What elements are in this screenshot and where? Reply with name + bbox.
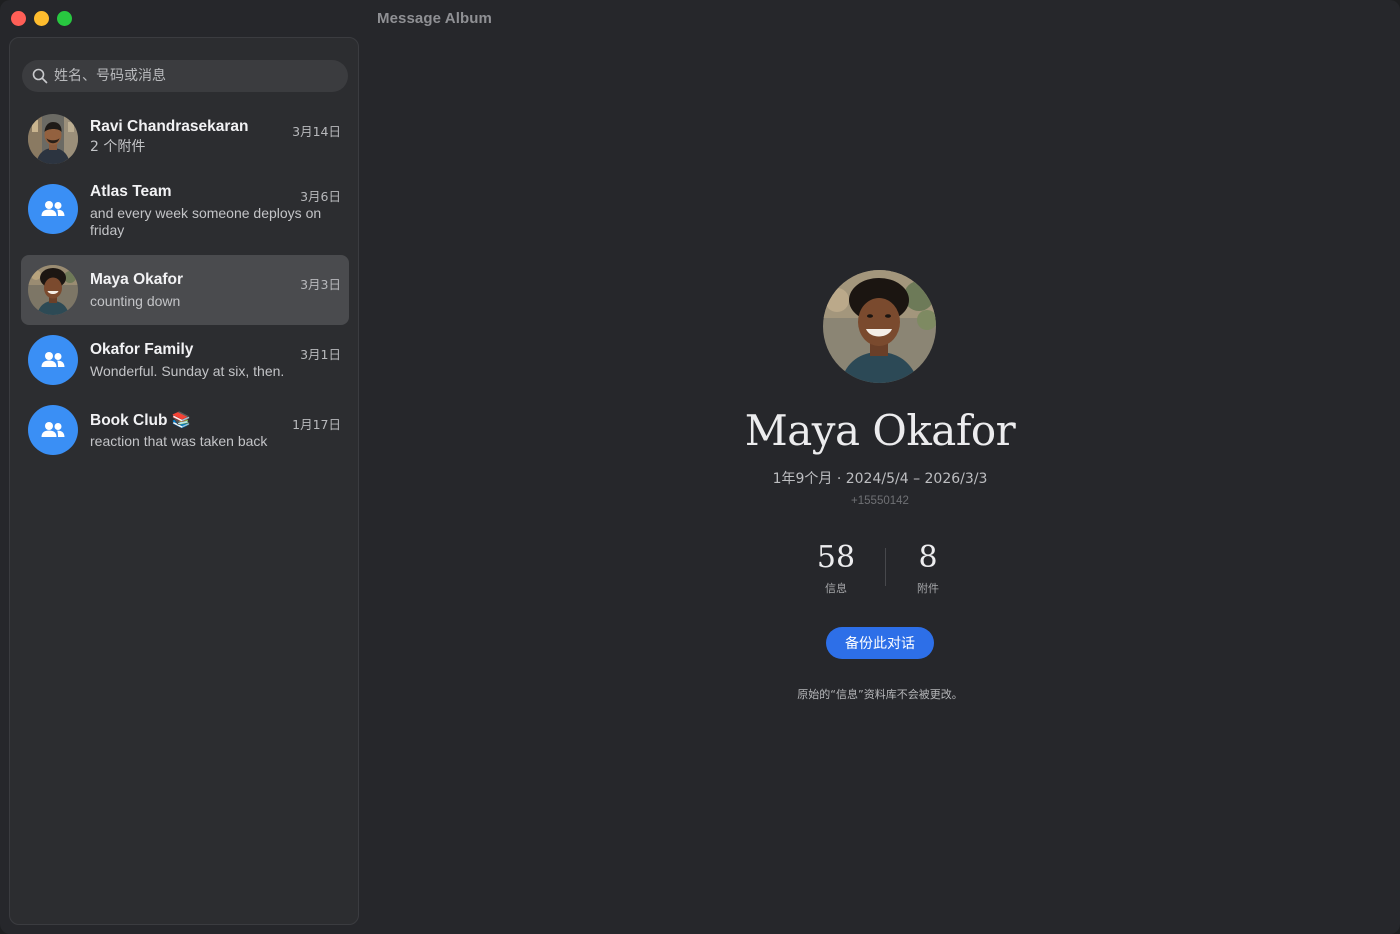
conversation-name: Ravi Chandrasekaran [90, 118, 249, 135]
conversation-preview: counting down [90, 293, 181, 309]
zoom-window-button[interactable] [57, 11, 72, 26]
backup-conversation-button[interactable]: 备份此对话 [826, 627, 934, 659]
conversation-item-atlas-team[interactable]: Atlas Team 3月6日 and every week someone d… [21, 174, 349, 254]
conversation-name: Atlas Team [90, 183, 172, 200]
group-icon [41, 352, 65, 367]
stat-messages: 58 信息 [796, 540, 876, 596]
stat-label: 信息 [825, 582, 847, 595]
database-unchanged-note: 原始的“信息”资料库不会被更改。 [797, 688, 963, 701]
conversation-detail: Maya Okafor 1年9个月 · 2024/5/4 – 2026/3/3 … [360, 0, 1400, 934]
conversation-preview: and every week someone deploys on friday [90, 205, 322, 238]
stat-value: 8 [918, 540, 938, 575]
profile-name: Maya Okafor [744, 406, 1016, 455]
minimize-window-button[interactable] [34, 11, 49, 26]
conversation-item-ravi[interactable]: Ravi Chandrasekaran 3月14日 2 个附件 [21, 108, 349, 172]
avatar [28, 114, 78, 164]
group-icon [41, 201, 65, 216]
conversation-preview: 2 个附件 [90, 139, 146, 155]
group-icon [41, 422, 65, 437]
stat-label: 附件 [917, 582, 939, 595]
conversation-name: Okafor Family [90, 341, 194, 358]
conversation-item-okafor-family[interactable]: Okafor Family 3月1日 Wonderful. Sunday at … [21, 325, 349, 395]
conversation-preview: reaction that was taken back [90, 433, 268, 449]
app-window: Message Album 姓名、号码或消息 Ravi Chandrasekar… [0, 0, 1400, 934]
profile-phone: +15550142 [851, 495, 909, 507]
close-window-button[interactable] [11, 11, 26, 26]
conversation-list: Ravi Chandrasekaran 3月14日 2 个附件 Atlas Te… [21, 108, 349, 465]
search-bar[interactable] [22, 60, 348, 92]
stat-attachments: 8 附件 [888, 540, 968, 596]
search-input[interactable] [54, 68, 334, 84]
conversation-date-range: 1年9个月 · 2024/5/4 – 2026/3/3 [772, 471, 988, 487]
conversation-date: 3月3日 [300, 277, 341, 292]
search-icon [32, 68, 48, 84]
stat-divider [885, 548, 886, 586]
stat-value: 58 [816, 540, 856, 575]
window-controls [11, 11, 72, 26]
conversation-item-book-club[interactable]: Book Club 📚 1月17日 reaction that was take… [21, 395, 349, 465]
profile-avatar [823, 270, 936, 383]
conversation-stats: 58 信息 8 附件 [360, 540, 1400, 600]
avatar [28, 405, 78, 455]
conversation-sidebar: Ravi Chandrasekaran 3月14日 2 个附件 Atlas Te… [9, 37, 359, 925]
conversation-date: 1月17日 [292, 417, 341, 432]
conversation-item-maya-okafor[interactable]: Maya Okafor 3月3日 counting down [21, 255, 349, 325]
conversation-name: Maya Okafor [90, 271, 184, 288]
avatar [28, 335, 78, 385]
conversation-date: 3月1日 [300, 347, 341, 362]
conversation-name: Book Club 📚 [90, 412, 192, 429]
conversation-date: 3月6日 [300, 189, 341, 204]
avatar [28, 184, 78, 234]
conversation-date: 3月14日 [292, 124, 341, 139]
conversation-preview: Wonderful. Sunday at six, then. [90, 363, 285, 379]
avatar [28, 265, 78, 315]
